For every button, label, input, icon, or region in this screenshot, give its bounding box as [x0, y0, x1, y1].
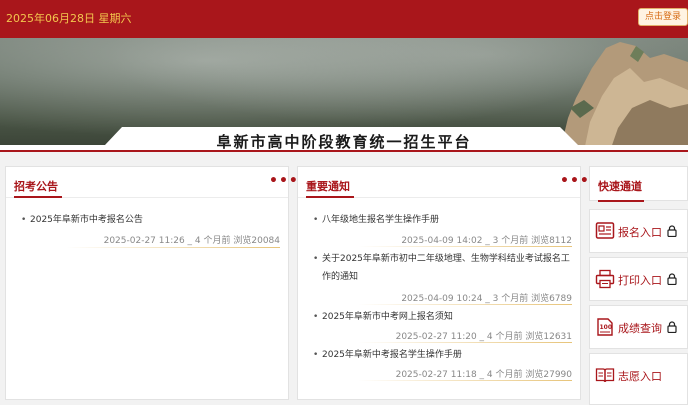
quick-access-title-underline: [598, 200, 644, 202]
notice-item-4-meta: 2025-02-27 11:18 _ 4 个月前 浏览27990: [395, 370, 572, 380]
notice-item-1-divider: [358, 246, 572, 247]
notice-item-1[interactable]: 八年级地生报名学生操作手册: [313, 213, 439, 227]
print-entry-label: 打印入口: [618, 274, 662, 287]
notice-item-2[interactable]: 关于2025年阜新市初中二年级地理、生物学科结业考试报名工 作的通知: [313, 252, 576, 284]
notice-item-3-divider: [358, 342, 572, 343]
notice-item-2-line-1: 关于2025年阜新市初中二年级地理、生物学科结业考试报名工: [322, 254, 570, 264]
announcements-title-underline: [14, 196, 62, 198]
announcement-item-1-divider: [66, 247, 280, 248]
score-sheet-icon: 100: [597, 318, 613, 336]
notice-item-4[interactable]: 2025年阜新中考报名学生操作手册: [313, 348, 462, 362]
banner-divider: [0, 150, 688, 152]
notice-item-3[interactable]: 2025年阜新市中考网上报名须知: [313, 310, 453, 324]
notice-item-2-divider: [358, 304, 572, 305]
notices-header: 重要通知 •••: [298, 167, 589, 198]
platform-title: 阜新市高中阶段教育统一招生平台: [216, 133, 472, 151]
preference-entry-button[interactable]: 志愿入口: [589, 353, 688, 405]
lock-icon: [667, 321, 677, 333]
quick-access-header: 快速通道: [589, 166, 688, 202]
notices-more-button[interactable]: •••: [560, 173, 590, 189]
announcements-header: 招考公告 •••: [6, 167, 298, 198]
notices-panel: 重要通知 ••• 八年级地生报名学生操作手册 2025-04-09 14:02 …: [297, 166, 589, 400]
preference-entry-label: 志愿入口: [618, 370, 662, 383]
announcements-title: 招考公告: [14, 180, 58, 193]
notice-item-3-meta: 2025-02-27 11:20 _ 4 个月前 浏览12631: [395, 332, 572, 342]
notice-item-4-divider: [358, 380, 572, 381]
print-entry-button[interactable]: 打印入口: [589, 257, 688, 301]
open-book-icon: [595, 368, 615, 383]
lock-icon: [667, 273, 677, 285]
notice-item-2-meta: 2025-04-09 10:24 _ 3 个月前 浏览6789: [401, 294, 572, 304]
announcement-item-1-meta: 2025-02-27 11:26 _ 4 个月前 浏览20084: [103, 236, 280, 246]
login-button[interactable]: 点击登录: [638, 8, 688, 26]
top-bar: 2025年06月28日 星期六 点击登录: [0, 0, 688, 38]
printer-icon: [595, 269, 615, 289]
quick-access-title: 快速通道: [598, 180, 642, 193]
announcements-more-button[interactable]: •••: [269, 173, 299, 189]
score-query-button[interactable]: 100 成绩查询: [589, 305, 688, 349]
announcement-item-1[interactable]: 2025年阜新市中考报名公告: [21, 213, 143, 227]
notice-item-2-line-2: 作的通知: [322, 272, 359, 282]
score-query-label: 成绩查询: [618, 322, 662, 335]
lock-icon: [667, 225, 677, 237]
notices-title: 重要通知: [306, 180, 350, 193]
registration-entry-button[interactable]: 报名入口: [589, 209, 688, 253]
notices-title-underline: [306, 196, 354, 198]
current-date: 2025年06月28日 星期六: [6, 12, 132, 25]
registration-entry-label: 报名入口: [618, 226, 662, 239]
svg-text:100: 100: [600, 324, 613, 331]
announcements-panel: 招考公告 ••• 2025年阜新市中考报名公告 2025-02-27 11:26…: [5, 166, 298, 400]
notice-item-1-meta: 2025-04-09 14:02 _ 3 个月前 浏览8112: [401, 236, 572, 246]
registration-form-icon: [595, 222, 615, 239]
